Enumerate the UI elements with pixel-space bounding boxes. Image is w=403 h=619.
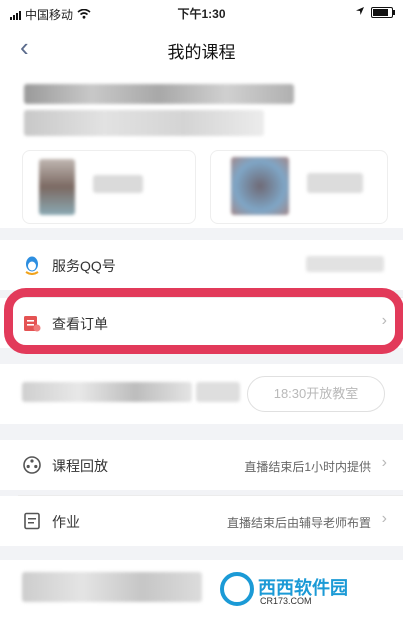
document-icon	[22, 511, 42, 531]
qq-number-blur	[306, 256, 384, 272]
course-subtitle-blur	[24, 110, 264, 136]
status-bar: 中国移动 下午1:30	[0, 0, 403, 26]
course-replay-label: 课程回放	[52, 458, 108, 474]
watermark-url: CR173.COM	[260, 596, 312, 606]
homework-value: 直播结束后由辅导老师布置	[226, 516, 371, 530]
teacher-card-1[interactable]	[22, 150, 196, 224]
battery-icon	[371, 6, 395, 18]
next-course-blur	[22, 572, 202, 602]
live-title-blur	[22, 382, 192, 402]
page-title: 我的课程	[167, 43, 236, 62]
status-time: 下午1:30	[177, 7, 226, 21]
course-title-blur	[24, 84, 294, 104]
chevron-right-icon: ›	[381, 510, 387, 527]
film-reel-icon	[22, 455, 42, 475]
course-replay-value: 直播结束后1小时内提供	[244, 460, 371, 474]
nav-bar: ‹ 我的课程	[0, 26, 403, 70]
order-icon	[22, 313, 42, 333]
course-replay-row[interactable]: 课程回放 直播结束后1小时内提供 ›	[0, 440, 403, 490]
service-qq-label: 服务QQ号	[52, 258, 116, 274]
tutor-name-blur	[307, 173, 363, 193]
watermark: 西西软件园 CR173.COM	[214, 568, 394, 610]
tutor-avatar-blur	[231, 157, 289, 215]
teacher-name-blur	[93, 175, 143, 193]
status-right	[355, 5, 395, 19]
view-orders-label: 查看订单	[52, 316, 108, 332]
live-time-blur	[196, 382, 240, 402]
live-class-card: 18:30开放教室	[0, 364, 403, 424]
chevron-right-icon: ›	[381, 454, 387, 471]
course-info-card[interactable]	[0, 70, 403, 228]
teacher-avatar-blur	[39, 159, 75, 215]
homework-label: 作业	[52, 514, 80, 530]
view-orders-row[interactable]: 查看订单 ›	[0, 298, 403, 348]
teacher-card-2[interactable]	[210, 150, 388, 224]
open-classroom-button[interactable]: 18:30开放教室	[247, 376, 385, 412]
qq-penguin-icon	[22, 255, 42, 275]
chevron-right-icon: ›	[381, 312, 387, 329]
service-qq-row[interactable]: 服务QQ号	[0, 240, 403, 290]
homework-row[interactable]: 作业 直播结束后由辅导老师布置 ›	[0, 496, 403, 546]
watermark-logo-icon	[220, 572, 254, 606]
location-arrow-icon	[355, 5, 365, 19]
